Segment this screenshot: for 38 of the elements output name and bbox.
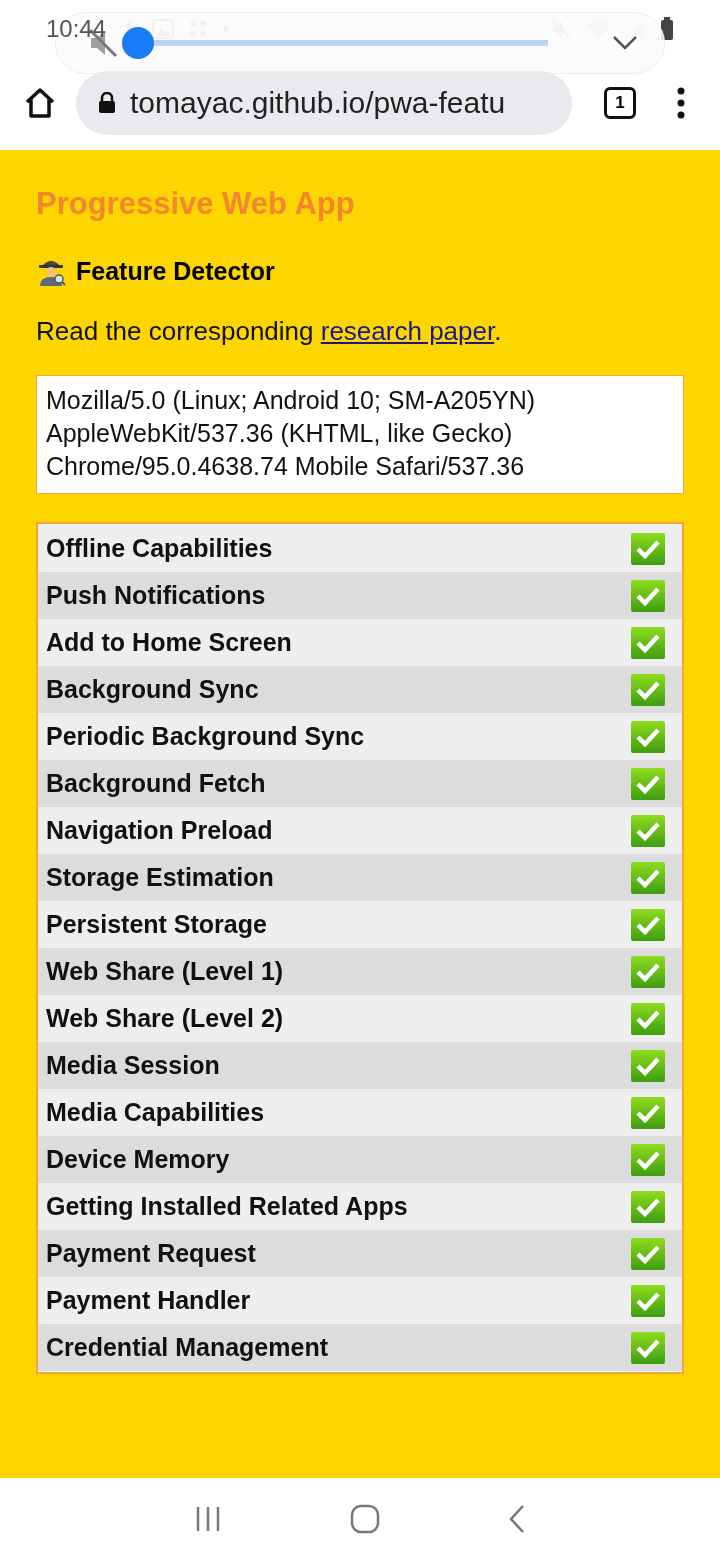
menu-icon[interactable] — [676, 87, 686, 119]
feature-name: Background Sync — [46, 675, 260, 704]
feature-name: Web Share (Level 1) — [46, 957, 285, 986]
volume-thumb[interactable] — [122, 27, 154, 59]
user-agent-line: Chrome/95.0.4638.74 Mobile Safari/537.36 — [46, 451, 526, 482]
lock-icon — [98, 92, 116, 114]
feature-name: Media Capabilities — [46, 1098, 266, 1127]
user-agent-line: AppleWebKit/537.36 (KHTML, like Gecko) — [46, 418, 514, 449]
feature-name: Push Notifications — [46, 581, 267, 610]
feature-name: Add to Home Screen — [46, 628, 293, 657]
feature-name: Persistent Storage — [46, 910, 268, 939]
battery-icon — [660, 17, 674, 41]
address-bar[interactable]: tomayac.github.io/pwa-featu — [76, 71, 572, 135]
feature-name: Web Share (Level 2) — [46, 1004, 285, 1033]
feature-name: Navigation Preload — [46, 816, 274, 845]
feature-name: Credential Management — [46, 1333, 329, 1362]
page-subtitle: Feature Detector — [76, 256, 275, 286]
status-time: 10:44 — [46, 15, 107, 43]
feature-name: Getting Installed Related Apps — [46, 1192, 409, 1221]
feature-name: Offline Capabilities — [46, 534, 274, 563]
intro-text: Read the corresponding research paper. — [36, 316, 503, 347]
feature-name: Periodic Background Sync — [46, 722, 366, 751]
feature-name: Device Memory — [46, 1145, 231, 1174]
feature-name: Payment Handler — [46, 1286, 252, 1315]
chevron-down-icon[interactable] — [612, 35, 638, 51]
feature-name: Storage Estimation — [46, 863, 275, 892]
home-icon[interactable] — [24, 87, 56, 119]
user-agent-line: Mozilla/5.0 (Linux; Android 10; SM-A205YN) — [46, 385, 537, 416]
recent-apps-icon[interactable] — [194, 1506, 222, 1532]
feature-name: Background Fetch — [46, 769, 267, 798]
feature-name: Media Session — [46, 1051, 221, 1080]
back-icon[interactable] — [508, 1504, 526, 1534]
url-text: tomayac.github.io/pwa-featu — [130, 86, 506, 120]
research-paper-link[interactable]: research paper — [320, 316, 495, 346]
tab-count-button[interactable]: 1 — [604, 87, 636, 119]
feature-name: Payment Request — [46, 1239, 257, 1268]
page-title: Progressive Web App — [36, 186, 356, 222]
home-button-icon[interactable] — [350, 1504, 380, 1534]
